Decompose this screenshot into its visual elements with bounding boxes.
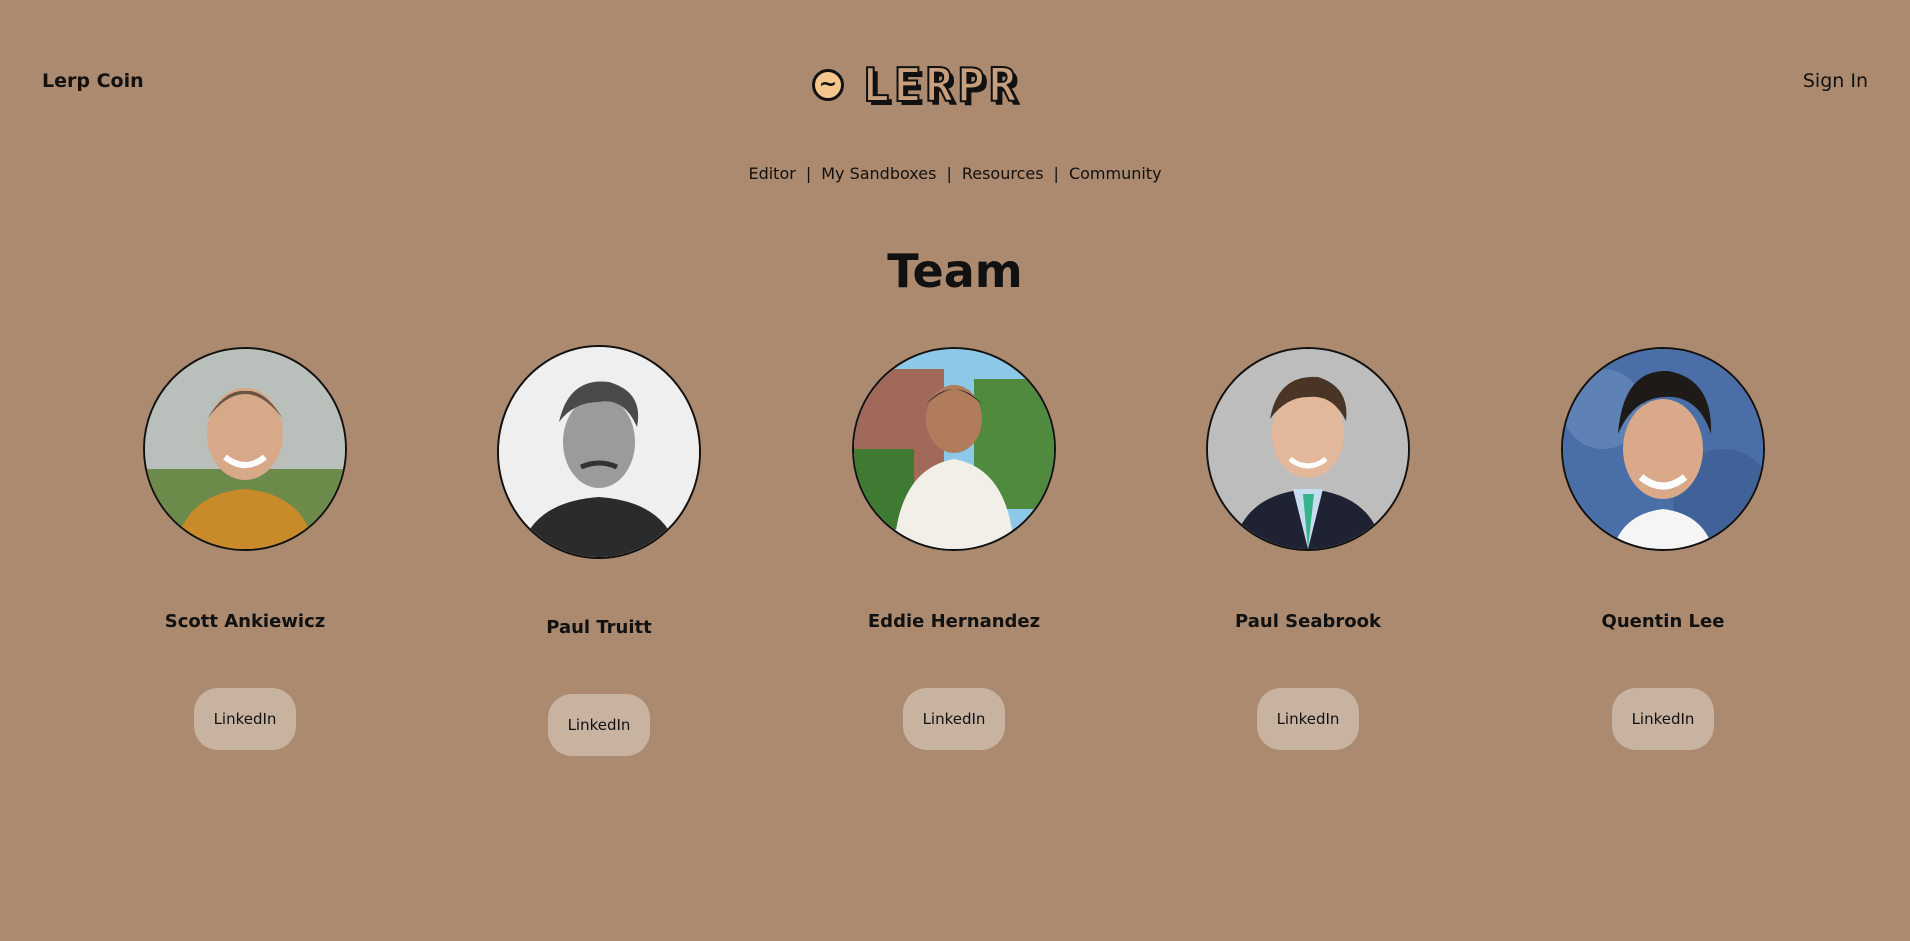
avatar: [1206, 347, 1410, 551]
nav-separator: |: [1053, 164, 1059, 183]
linkedin-button[interactable]: LinkedIn: [194, 688, 296, 750]
team-member-card: Paul Truitt LinkedIn: [469, 345, 729, 756]
avatar: [143, 347, 347, 551]
logo[interactable]: ~ LERPR: [812, 57, 1021, 113]
nav-separator: |: [946, 164, 952, 183]
team-member-card: Eddie Hernandez LinkedIn: [824, 347, 1084, 750]
linkedin-button[interactable]: LinkedIn: [1612, 688, 1714, 750]
wave-circle-icon: ~: [812, 69, 844, 101]
avatar: [1561, 347, 1765, 551]
member-name: Paul Seabrook: [1235, 611, 1381, 632]
avatar: [852, 347, 1056, 551]
team-member-card: Quentin Lee LinkedIn: [1533, 347, 1793, 750]
member-name: Scott Ankiewicz: [164, 611, 326, 632]
member-name: Paul Truitt: [546, 617, 652, 638]
nav-item-my-sandboxes[interactable]: My Sandboxes: [821, 164, 936, 183]
nav-separator: |: [805, 164, 812, 183]
logo-text: LERPR: [861, 57, 1021, 113]
team-member-card: Scott Ankiewicz LinkedIn: [115, 347, 375, 750]
avatar: [497, 345, 701, 559]
member-name: Eddie Hernandez: [867, 611, 1041, 632]
team-member-card: Paul Seabrook LinkedIn: [1178, 347, 1438, 750]
linkedin-button[interactable]: LinkedIn: [548, 694, 650, 756]
linkedin-button[interactable]: LinkedIn: [1257, 688, 1359, 750]
lerp-coin-link[interactable]: Lerp Coin: [42, 70, 144, 92]
linkedin-button[interactable]: LinkedIn: [903, 688, 1005, 750]
member-name: Quentin Lee: [1601, 611, 1725, 632]
main-nav: Editor | My Sandboxes | Resources | Comm…: [0, 164, 1910, 183]
sign-in-link[interactable]: Sign In: [1803, 70, 1868, 92]
nav-item-resources[interactable]: Resources: [962, 164, 1044, 183]
nav-item-editor[interactable]: Editor: [748, 164, 795, 183]
nav-item-community[interactable]: Community: [1069, 164, 1162, 183]
page-title: Team: [887, 244, 1023, 298]
